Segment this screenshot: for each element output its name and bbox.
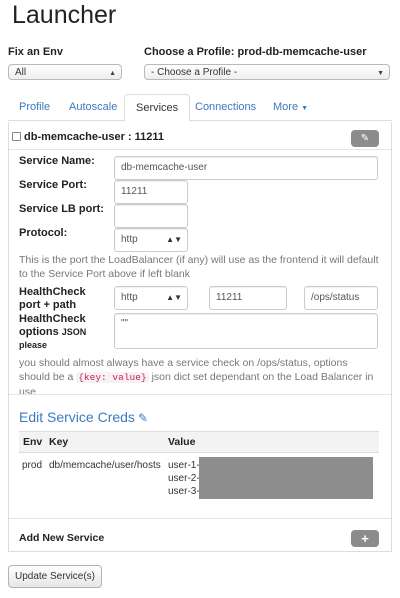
pencil-icon: ✎ — [137, 411, 148, 425]
service-name-input[interactable]: db-memcache-user — [114, 156, 378, 180]
protocol-select[interactable]: http ▲▼ — [114, 228, 188, 252]
env-select[interactable]: All ▲ — [8, 64, 122, 80]
service-header: db-memcache-user : 11211 — [12, 131, 164, 143]
healthcheck-help-code: {key: value} — [76, 372, 149, 383]
cred-env: prod — [22, 460, 43, 471]
lb-port-help: This is the port the LoadBalancer (if an… — [19, 254, 379, 280]
tab-connections[interactable]: Connections — [184, 94, 267, 121]
hc-options-label-line1: HealthCheck — [19, 313, 86, 325]
edit-service-creds-link[interactable]: Edit Service Creds ✎ — [19, 409, 148, 425]
caret-down-icon: ▼ — [377, 70, 384, 77]
profile-label: Choose a Profile: prod-db-memcache-user — [144, 46, 367, 58]
tab-bar: Profile Autoscale Services Connections M… — [8, 94, 392, 122]
healthcheck-label-line1: HealthCheck — [19, 286, 86, 298]
service-lb-port-input[interactable] — [114, 204, 188, 228]
creds-table: Env Key Value prod db/memcache/user/host… — [19, 431, 379, 501]
service-header-label: db-memcache-user : 11211 — [24, 131, 165, 143]
healthcheck-options-textarea[interactable]: "" — [114, 313, 378, 349]
caret-updown-icon: ▲▼ — [166, 293, 182, 302]
tab-more-label: More — [273, 101, 299, 113]
divider — [9, 149, 391, 150]
edit-service-button[interactable]: ✎ — [351, 130, 379, 147]
column-header-env: Env — [23, 436, 43, 448]
service-select-checkbox[interactable] — [12, 132, 21, 141]
cred-value-3: user-3- — [168, 486, 200, 497]
tab-autoscale[interactable]: Autoscale — [58, 94, 128, 121]
edit-service-creds-label: Edit Service Creds — [19, 409, 135, 425]
healthcheck-path-input[interactable]: /ops/status — [304, 286, 378, 310]
profile-select[interactable]: - Choose a Profile - ▼ — [144, 64, 390, 80]
cred-value-2: user-2- — [168, 473, 200, 484]
profile-select-value: - Choose a Profile - — [151, 67, 238, 78]
creds-table-header: Env Key Value — [19, 431, 379, 453]
tab-profile[interactable]: Profile — [8, 94, 61, 121]
column-header-key: Key — [49, 436, 69, 448]
add-new-service-label: Add New Service — [19, 532, 105, 544]
hc-options-label-json: JSON — [61, 327, 87, 337]
tab-services[interactable]: Services — [124, 94, 191, 122]
hc-options-label-line3: please — [19, 340, 48, 350]
service-lb-port-label: Service LB port: — [19, 203, 104, 215]
add-service-button[interactable]: + — [351, 530, 379, 547]
tab-more[interactable]: More ▼ — [262, 94, 319, 121]
caret-down-icon: ▲ — [109, 70, 116, 77]
healthcheck-protocol-value: http — [121, 292, 138, 303]
plus-icon: + — [361, 531, 369, 546]
pencil-icon: ✎ — [360, 133, 370, 144]
healthcheck-label: HealthCheck port + path — [19, 286, 86, 312]
healthcheck-options-label: HealthCheck options JSON please — [19, 313, 86, 352]
healthcheck-help: you should almost always have a service … — [19, 356, 381, 399]
protocol-label: Protocol: — [19, 227, 68, 239]
column-header-value: Value — [168, 436, 196, 448]
healthcheck-port-input[interactable]: 11211 — [209, 286, 287, 310]
cred-key: db/memcache/user/hosts — [49, 460, 161, 471]
service-port-input[interactable]: 11211 — [114, 180, 188, 204]
hc-options-label-line2: options — [19, 326, 59, 338]
service-name-label: Service Name: — [19, 155, 95, 167]
env-label: Fix an Env — [8, 46, 64, 58]
cred-value-1: user-1- — [168, 460, 200, 471]
healthcheck-label-line2: port + path — [19, 299, 77, 311]
caret-down-icon: ▼ — [301, 105, 308, 112]
page-title: Launcher — [12, 1, 117, 29]
healthcheck-protocol-select[interactable]: http ▲▼ — [114, 286, 188, 310]
caret-updown-icon: ▲▼ — [166, 235, 182, 244]
update-services-button[interactable]: Update Service(s) — [8, 565, 102, 588]
service-port-label: Service Port: — [19, 179, 87, 191]
redacted-block — [199, 457, 373, 499]
protocol-value: http — [121, 234, 138, 245]
divider — [9, 518, 391, 519]
env-select-value: All — [15, 67, 27, 78]
divider — [9, 394, 391, 395]
